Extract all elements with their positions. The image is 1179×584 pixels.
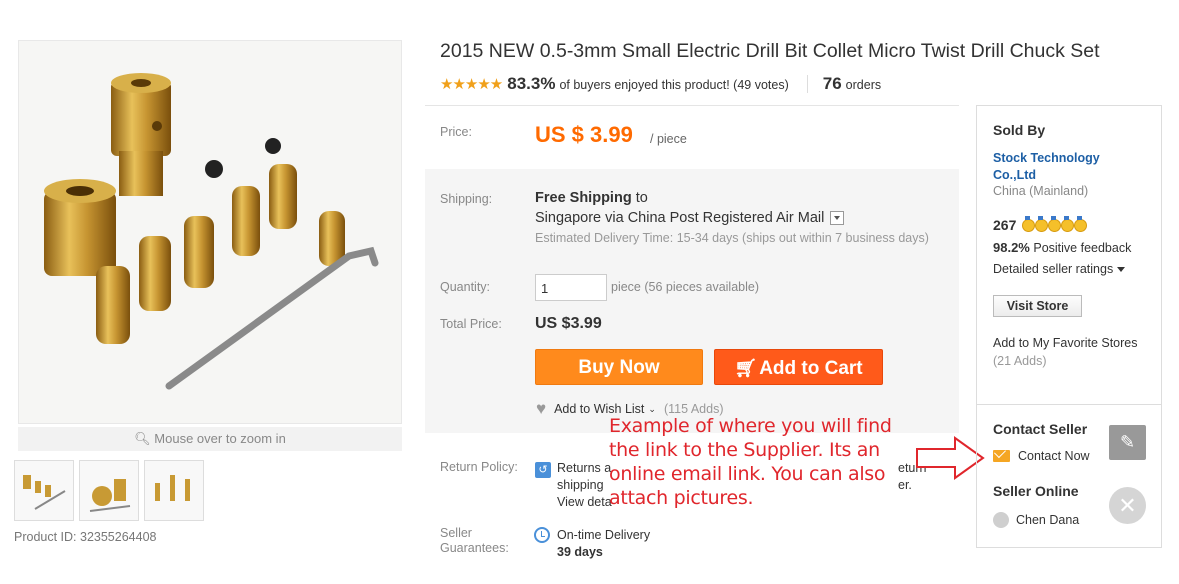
annotation-text: Example of where you will find the link … (609, 415, 892, 509)
close-icon[interactable]: ✕ (1109, 487, 1146, 524)
thumbnail-image (155, 475, 190, 501)
thumbnail-3[interactable] (144, 460, 204, 521)
annotation-arrow-icon (916, 436, 985, 480)
medal-icon (1022, 216, 1036, 232)
caret-down-icon (1117, 267, 1126, 273)
thumbnail-image (89, 479, 131, 512)
clock-icon (534, 527, 550, 543)
purchase-panel (425, 169, 959, 433)
star-rating-icon[interactable]: ★★★★★ (440, 75, 503, 93)
free-shipping: Free Shipping (535, 190, 632, 206)
divider (806, 75, 808, 93)
store-name-link[interactable]: Stock Technology Co.,Ltd (993, 150, 1143, 184)
seller-score: 267 (993, 216, 1088, 233)
buy-now-button[interactable]: Buy Now (535, 349, 703, 385)
online-seller[interactable]: Chen Dana (993, 512, 1079, 528)
return-line-1: Returns a (557, 461, 612, 475)
shipping-to: to (635, 190, 648, 206)
return-policy-label: Return Policy: (440, 460, 518, 474)
return-line-2: shipping (557, 478, 604, 492)
guarantee-days: 39 days (557, 545, 603, 559)
thumbnail-2[interactable] (79, 460, 139, 521)
seller-online-heading: Seller Online (993, 483, 1079, 499)
medal-icon (1074, 216, 1088, 232)
price-label: Price: (440, 125, 472, 139)
total-price-label: Total Price: (440, 317, 502, 331)
pencil-icon[interactable]: ✎ (1109, 425, 1146, 460)
magnifier-icon: 🔍︎ (134, 431, 155, 446)
zoom-hint: 🔍︎ Mouse over to zoom in (18, 427, 402, 451)
quantity-input[interactable]: 1 (535, 274, 607, 301)
zoom-hint-text: Mouse over to zoom in (154, 431, 286, 446)
favorite-adds: (21 Adds) (993, 354, 1047, 368)
price-unit: / piece (650, 132, 687, 146)
contact-now-label[interactable]: Contact Now (1018, 449, 1090, 463)
feedback-text: Positive feedback (1033, 241, 1132, 255)
contact-seller-heading: Contact Seller (993, 421, 1088, 437)
orders-count: 76 (822, 74, 842, 93)
visit-store-button[interactable]: Visit Store (993, 295, 1082, 317)
divider (976, 404, 1162, 405)
on-time-delivery: On-time Delivery 39 days (557, 527, 650, 561)
add-favorite-store[interactable]: Add to My Favorite Stores (21 Adds) (993, 334, 1143, 370)
favorite-store-label[interactable]: Add to My Favorite Stores (993, 336, 1138, 350)
medal-icon (1048, 216, 1062, 232)
detailed-ratings-label: Detailed seller ratings (993, 262, 1114, 276)
return-policy-text: Returns a shipping View deta (557, 460, 617, 511)
add-to-cart-button[interactable]: 🛒︎ Add to Cart (714, 349, 883, 385)
price-value: US $ 3.99 (535, 122, 633, 147)
divider (425, 105, 959, 106)
seller-guarantees-label: Seller Guarantees: (440, 526, 509, 556)
thumbnail-image (23, 475, 66, 510)
guarantee-title: On-time Delivery (557, 528, 651, 542)
rating-row: ★★★★★ 83.3% of buyers enjoyed this produ… (440, 74, 881, 94)
online-seller-name[interactable]: Chen Dana (1016, 513, 1079, 527)
drill-chuck-set-image (44, 73, 379, 390)
view-details-link[interactable]: View deta (557, 494, 617, 511)
shipping-label: Shipping: (440, 192, 493, 206)
medal-icon (1061, 216, 1075, 232)
sold-by-heading: Sold By (993, 122, 1046, 138)
delivery-estimate: Estimated Delivery Time: 15-34 days (shi… (535, 231, 929, 245)
shipping-info: Free Shipping to (535, 190, 648, 206)
detailed-ratings-dropdown[interactable]: Detailed seller ratings (993, 262, 1126, 276)
guarantee-label-1: Seller (440, 526, 472, 540)
feedback-percent: 98.2% (993, 240, 1030, 255)
shipping-destination-text: Singapore via China Post Registered Air … (535, 210, 825, 226)
contact-now-link[interactable]: Contact Now (993, 449, 1090, 463)
product-main-image[interactable] (18, 40, 402, 424)
guarantee-label-2: Guarantees: (440, 541, 509, 555)
cart-icon: 🛒︎ (734, 358, 758, 378)
medal-icons[interactable] (1020, 216, 1088, 233)
chevron-down-icon[interactable] (830, 211, 845, 225)
return-icon: ↺ (535, 462, 551, 478)
orders-label: orders (845, 78, 882, 92)
product-id: Product ID: 32355264408 (14, 530, 157, 544)
product-title: 2015 NEW 0.5-3mm Small Electric Drill Bi… (440, 40, 1100, 62)
positive-feedback: 98.2% Positive feedback (993, 240, 1131, 255)
store-country: China (Mainland) (993, 184, 1089, 198)
thumbnail-1[interactable] (14, 460, 74, 521)
shipping-destination[interactable]: Singapore via China Post Registered Air … (535, 210, 845, 226)
total-price-value: US $3.99 (535, 315, 602, 332)
rating-percent: 83.3% (507, 74, 556, 93)
envelope-icon (993, 450, 1010, 462)
heart-icon: ♥ (536, 399, 547, 418)
quantity-available: piece (56 pieces available) (611, 280, 760, 294)
rating-text: of buyers enjoyed this product! (49 vote… (559, 78, 789, 92)
chevron-down-icon[interactable]: ⌄ (648, 404, 656, 415)
seller-score-value: 267 (993, 216, 1017, 233)
add-to-cart-label: Add to Cart (759, 358, 863, 379)
medal-icon (1035, 216, 1049, 232)
user-avatar-icon (993, 512, 1009, 528)
quantity-label: Quantity: (440, 280, 491, 294)
